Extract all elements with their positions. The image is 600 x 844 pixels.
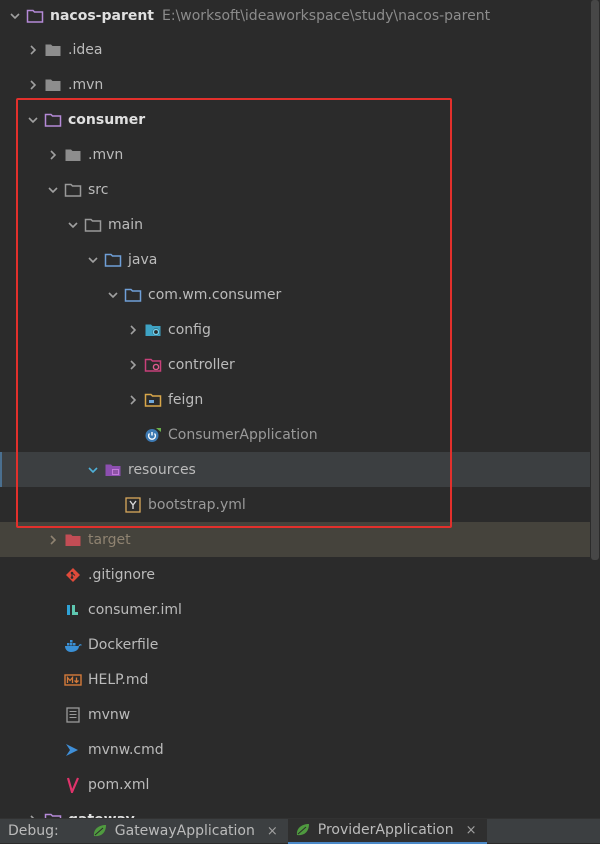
file-label: mvnw xyxy=(88,706,131,723)
chevron-down-icon[interactable] xyxy=(86,463,100,477)
folder-label: feign xyxy=(168,391,204,408)
tree-row-iml[interactable]: consumer.iml xyxy=(0,592,600,627)
text-file-icon xyxy=(64,706,82,723)
resource-folder-icon xyxy=(104,462,122,478)
package-folder-icon xyxy=(124,287,142,303)
scrollbar-thumb[interactable] xyxy=(591,0,599,560)
project-name: nacos-parent xyxy=(50,7,155,24)
yaml-file-icon xyxy=(124,496,142,513)
tree-row-consumer-application[interactable]: ConsumerApplication xyxy=(0,417,600,452)
tree-row-bootstrap[interactable]: bootstrap.yml xyxy=(0,487,600,522)
iml-file-icon xyxy=(64,602,82,618)
tree-row-controller[interactable]: controller xyxy=(0,347,600,382)
tree-row-pom[interactable]: pom.xml xyxy=(0,767,600,802)
project-path: E:\worksoft\ideaworkspace\study\nacos-pa… xyxy=(162,7,491,24)
chevron-right-icon[interactable] xyxy=(26,43,40,57)
chevron-right-icon[interactable] xyxy=(26,78,40,92)
tree-row-gateway[interactable]: gateway xyxy=(0,802,600,818)
chevron-right-icon[interactable] xyxy=(46,148,60,162)
markdown-icon xyxy=(64,672,82,688)
module-label: consumer xyxy=(68,111,146,128)
file-label: consumer.iml xyxy=(88,601,182,618)
config-folder-icon xyxy=(144,322,162,338)
spring-leaf-icon xyxy=(91,823,109,839)
tree-row-nacos-parent[interactable]: nacos-parent E:\worksoft\ideaworkspace\s… xyxy=(0,0,600,33)
folder-icon xyxy=(84,217,102,233)
chevron-right-icon[interactable] xyxy=(126,323,140,337)
tree-row-gitignore[interactable]: .gitignore xyxy=(0,557,600,592)
spring-boot-class-icon xyxy=(144,427,162,443)
chevron-down-icon[interactable] xyxy=(46,183,60,197)
folder-label: config xyxy=(168,321,211,338)
module-folder-icon xyxy=(44,112,62,128)
interface-folder-icon xyxy=(144,392,162,408)
chevron-right-icon[interactable] xyxy=(126,358,140,372)
chevron-down-icon[interactable] xyxy=(86,253,100,267)
folder-icon xyxy=(64,182,82,198)
tab-gateway-application[interactable]: GatewayApplication × xyxy=(85,819,288,844)
tab-label: ProviderApplication xyxy=(317,822,454,838)
tree-row-package[interactable]: com.wm.consumer xyxy=(0,277,600,312)
chevron-right-icon[interactable] xyxy=(126,393,140,407)
chevron-down-icon[interactable] xyxy=(8,9,22,23)
folder-icon xyxy=(44,42,62,58)
debug-label: Debug: xyxy=(8,823,59,839)
controller-folder-icon xyxy=(144,357,162,373)
file-label: HELP.md xyxy=(88,671,149,688)
close-icon[interactable]: × xyxy=(466,823,477,838)
folder-label: target xyxy=(88,531,131,548)
tree-row-consumer-mvn[interactable]: .mvn xyxy=(0,137,600,172)
chevron-right-icon[interactable] xyxy=(46,533,60,547)
class-label: ConsumerApplication xyxy=(168,426,318,443)
file-label: mvnw.cmd xyxy=(88,741,164,758)
folder-label: main xyxy=(108,216,143,233)
chevron-down-icon[interactable] xyxy=(106,288,120,302)
tree-row-mvn[interactable]: .mvn xyxy=(0,67,600,102)
folder-label: src xyxy=(88,181,109,198)
tree-row-idea[interactable]: .idea xyxy=(0,32,600,67)
tree-row-dockerfile[interactable]: Dockerfile xyxy=(0,627,600,662)
tree-row-feign[interactable]: feign xyxy=(0,382,600,417)
file-label: .gitignore xyxy=(88,566,155,583)
vertical-scrollbar[interactable] xyxy=(590,0,600,818)
file-label: Dockerfile xyxy=(88,636,159,653)
module-folder-icon xyxy=(26,8,44,24)
tree-row-target[interactable]: target xyxy=(0,522,600,557)
tree-row-java[interactable]: java xyxy=(0,242,600,277)
spring-leaf-icon xyxy=(294,822,312,838)
package-label: com.wm.consumer xyxy=(148,286,282,303)
excluded-folder-icon xyxy=(64,532,82,548)
source-folder-icon xyxy=(104,252,122,268)
folder-label: .idea xyxy=(68,41,103,58)
folder-icon xyxy=(64,147,82,163)
folder-label: controller xyxy=(168,356,235,373)
maven-icon xyxy=(64,777,82,793)
folder-label: java xyxy=(128,251,158,268)
folder-label: .mvn xyxy=(68,76,104,93)
project-tree: nacos-parent E:\worksoft\ideaworkspace\s… xyxy=(0,0,600,818)
chevron-down-icon[interactable] xyxy=(66,218,80,232)
folder-icon xyxy=(44,77,62,93)
close-icon[interactable]: × xyxy=(267,824,278,839)
docker-icon xyxy=(64,637,82,653)
tree-row-config[interactable]: config xyxy=(0,312,600,347)
chevron-down-icon[interactable] xyxy=(26,113,40,127)
tree-row-help[interactable]: HELP.md xyxy=(0,662,600,697)
tree-row-src[interactable]: src xyxy=(0,172,600,207)
file-label: pom.xml xyxy=(88,776,150,793)
file-label: bootstrap.yml xyxy=(148,496,246,513)
tree-row-main[interactable]: main xyxy=(0,207,600,242)
tab-label: GatewayApplication xyxy=(114,823,255,839)
tree-row-resources[interactable]: resources xyxy=(0,452,600,487)
folder-label: .mvn xyxy=(88,146,124,163)
tree-row-mvnw[interactable]: mvnw xyxy=(0,697,600,732)
folder-label: resources xyxy=(128,461,196,478)
git-icon xyxy=(64,567,82,583)
tree-row-mvnw-cmd[interactable]: mvnw.cmd xyxy=(0,732,600,767)
tree-row-consumer[interactable]: consumer xyxy=(0,102,600,137)
terminal-icon xyxy=(64,742,82,758)
tab-provider-application[interactable]: ProviderApplication × xyxy=(287,818,487,844)
debug-toolbar: Debug: GatewayApplication × ProviderAppl… xyxy=(0,818,600,844)
